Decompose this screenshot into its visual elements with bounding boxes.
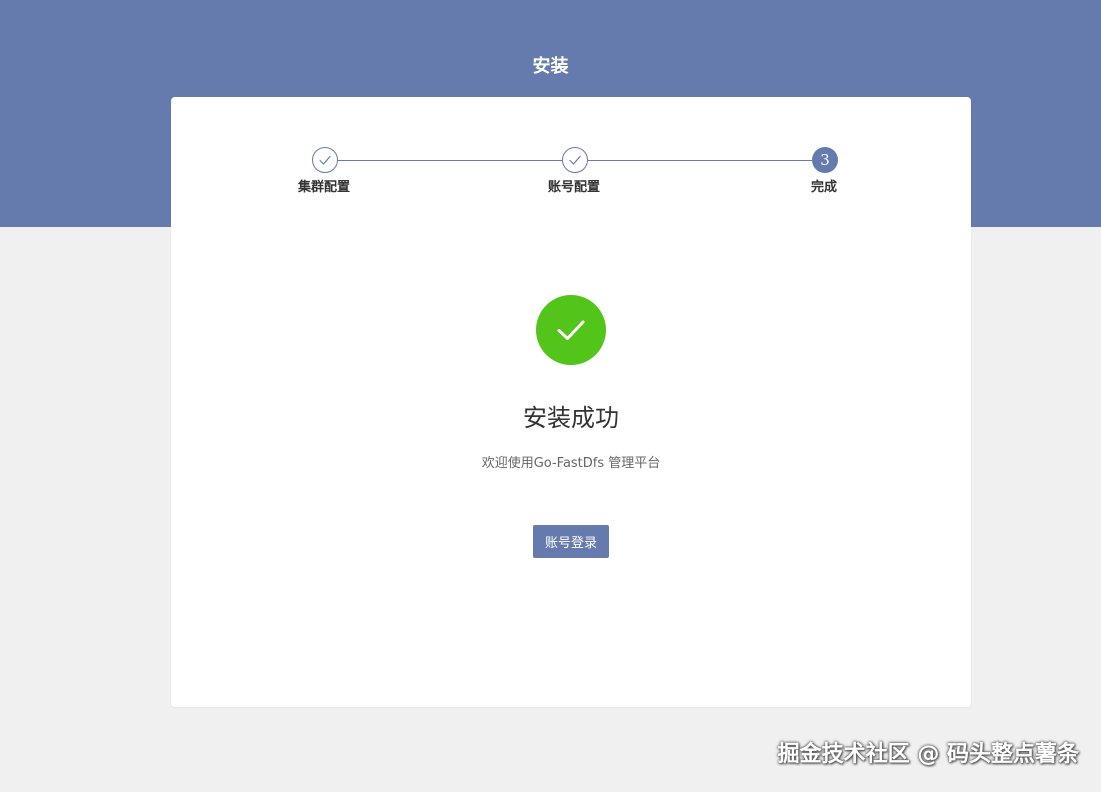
watermark: 掘金技术社区 @ 码头整点薯条: [777, 742, 1079, 767]
step-connector: [588, 160, 812, 161]
result-subtitle: 欢迎使用Go-FastDfs 管理平台: [481, 456, 661, 471]
step-3-number: 3: [812, 147, 838, 173]
step-1-label: 集群配置: [297, 180, 350, 195]
step-3-label: 完成: [810, 180, 837, 195]
result-title: 安装成功: [523, 404, 619, 432]
step-2-label: 账号配置: [547, 180, 600, 195]
install-card: 集群配置 账号配置 3 完成 安装成功 欢迎使用Go-FastDfs 管理平台 …: [171, 97, 971, 707]
step-2-check-icon: [562, 147, 588, 173]
page-title: 安装: [532, 56, 569, 77]
step-connector: [338, 160, 562, 161]
account-login-button[interactable]: 账号登录: [533, 525, 609, 558]
steps-bar: 集群配置 账号配置 3 完成: [171, 97, 971, 217]
check-circle-icon: [536, 295, 606, 365]
step-1-check-icon: [312, 147, 338, 173]
